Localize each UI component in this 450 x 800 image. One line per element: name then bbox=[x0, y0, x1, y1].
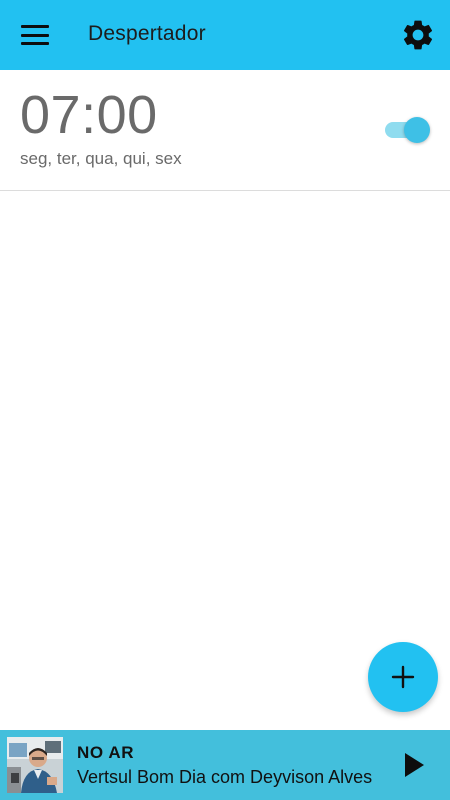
menu-icon[interactable] bbox=[20, 23, 50, 47]
alarm-days: seg, ter, qua, qui, sex bbox=[20, 149, 182, 168]
alarm-item[interactable]: 07:00 seg, ter, qua, qui, sex bbox=[0, 70, 450, 191]
player-status: NO AR bbox=[77, 743, 135, 762]
show-thumbnail bbox=[7, 737, 63, 793]
plus-icon bbox=[391, 665, 415, 689]
play-icon[interactable] bbox=[402, 752, 426, 778]
alarm-time: 07:00 bbox=[20, 85, 158, 145]
alarm-toggle[interactable] bbox=[385, 117, 431, 144]
page-title: Despertador bbox=[88, 22, 206, 45]
player-show-title: Vertsul Bom Dia com Deyvison Alves bbox=[77, 767, 373, 787]
now-playing-bar[interactable]: NO AR Vertsul Bom Dia com Deyvison Alves bbox=[0, 730, 450, 800]
alarm-screen: Despertador 07:00 seg, ter, qua, qui, se… bbox=[0, 0, 450, 800]
add-alarm-button[interactable] bbox=[368, 642, 438, 712]
gear-icon[interactable] bbox=[400, 17, 436, 53]
toggle-thumb bbox=[404, 117, 430, 143]
app-bar: Despertador bbox=[0, 0, 450, 70]
